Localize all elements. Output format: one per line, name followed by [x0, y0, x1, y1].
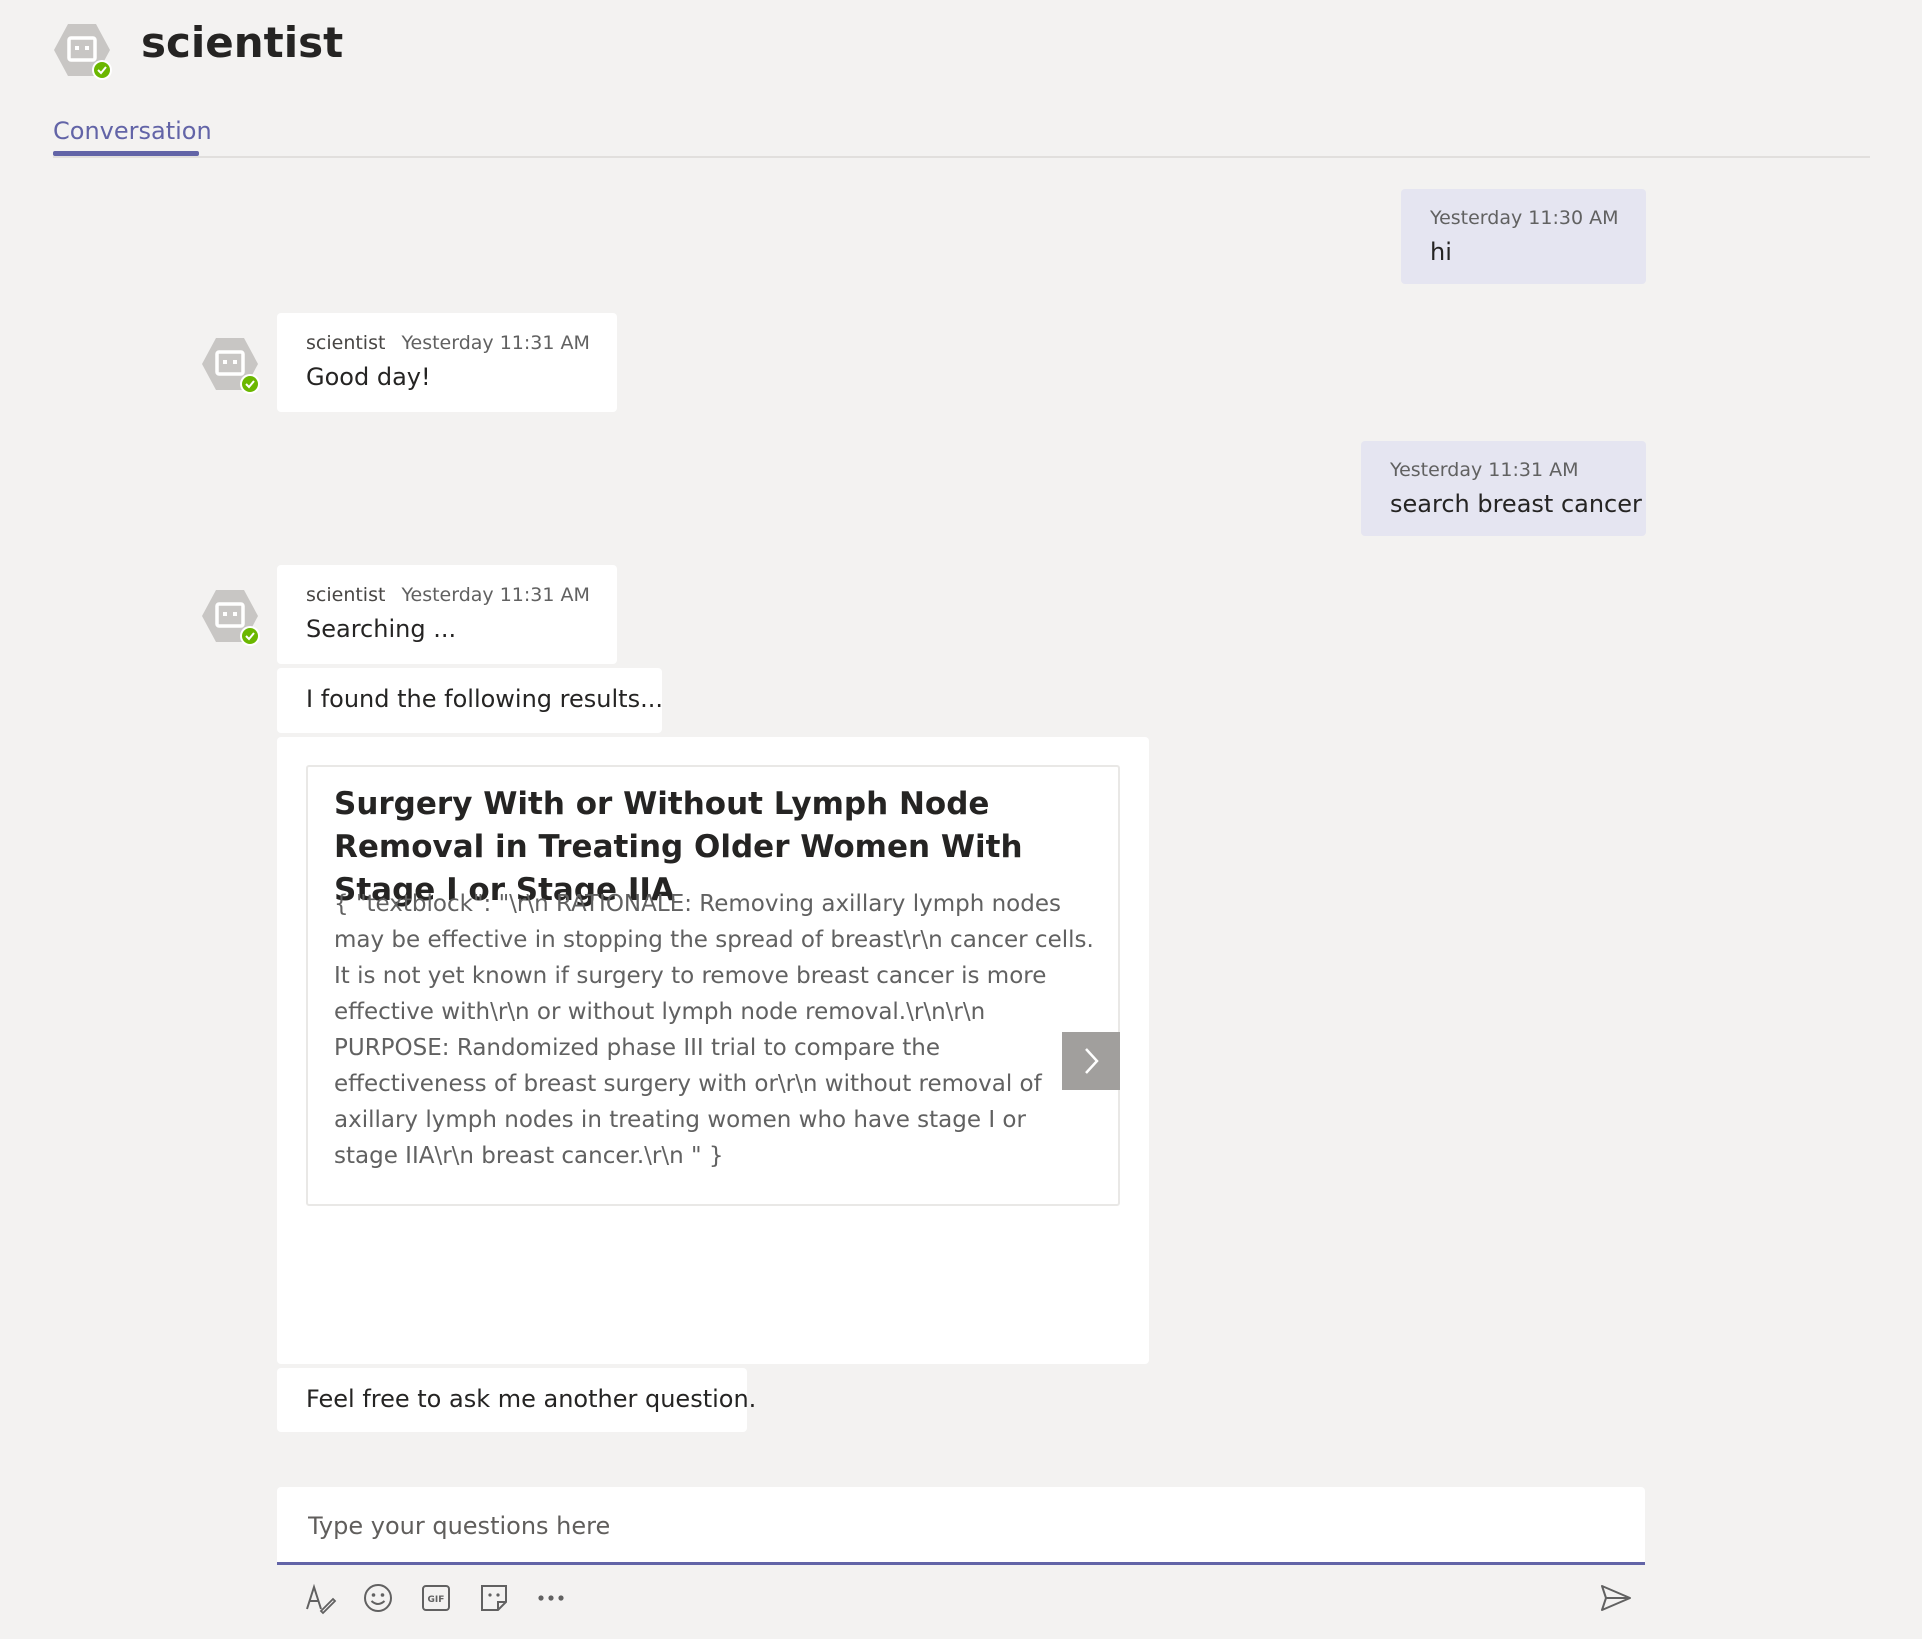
bot-avatar [198, 333, 262, 397]
message-sender: scientist [306, 584, 386, 606]
message-timestamp: Yesterday 11:30 AM [1430, 207, 1619, 229]
carousel-next-button[interactable] [1062, 1032, 1120, 1090]
bot-message: I found the following results... [277, 668, 663, 733]
gif-icon: GIF [422, 1585, 450, 1611]
bot-message: scientist Yesterday 11:31 AM Searching ..… [277, 565, 617, 664]
message-text: Feel free to ask me another question. [306, 1385, 757, 1413]
format-icon [306, 1583, 337, 1615]
tab-conversation[interactable]: Conversation [53, 117, 212, 145]
user-message: Yesterday 11:30 AM hi [1401, 189, 1646, 284]
emoji-icon [364, 1584, 392, 1612]
message-text: hi [1430, 238, 1452, 266]
message-text: Searching ... [306, 615, 457, 643]
bot-icon [202, 590, 260, 646]
more-options-button[interactable] [531, 1578, 571, 1618]
bot-message: Feel free to ask me another question. [277, 1368, 756, 1432]
bot-message: scientist Yesterday 11:31 AM Good day! [277, 313, 617, 412]
message-timestamp: Yesterday 11:31 AM [401, 332, 590, 354]
send-button[interactable] [1596, 1578, 1636, 1618]
message-sender: scientist [306, 332, 386, 354]
message-text: Good day! [306, 363, 431, 391]
message-text: search breast cancer [1390, 490, 1642, 518]
emoji-button[interactable] [358, 1578, 398, 1618]
message-input[interactable] [306, 1507, 1606, 1545]
message-text: I found the following results... [306, 685, 663, 713]
result-card-body: { "textblock": "\r\n RATIONALE: Removing… [334, 891, 1094, 1169]
bot-icon [54, 24, 112, 80]
svg-text:GIF: GIF [428, 1595, 445, 1605]
message-timestamp: Yesterday 11:31 AM [401, 584, 590, 606]
bot-avatar [198, 585, 262, 649]
chevron-right-icon [1085, 1048, 1099, 1074]
bot-avatar [50, 20, 114, 82]
sticker-icon [481, 1585, 507, 1611]
user-message: Yesterday 11:31 AM search breast cancer [1361, 441, 1646, 536]
page-title: scientist [141, 18, 344, 67]
header-divider [53, 156, 1870, 158]
format-button[interactable] [300, 1578, 340, 1618]
available-check-icon [94, 62, 110, 78]
message-composer [277, 1487, 1645, 1565]
bot-icon [202, 338, 260, 394]
send-icon [1601, 1585, 1631, 1611]
sticker-button[interactable] [474, 1578, 514, 1618]
more-options-icon [538, 1595, 564, 1601]
message-timestamp: Yesterday 11:31 AM [1390, 459, 1579, 481]
gif-button[interactable]: GIF [416, 1578, 456, 1618]
